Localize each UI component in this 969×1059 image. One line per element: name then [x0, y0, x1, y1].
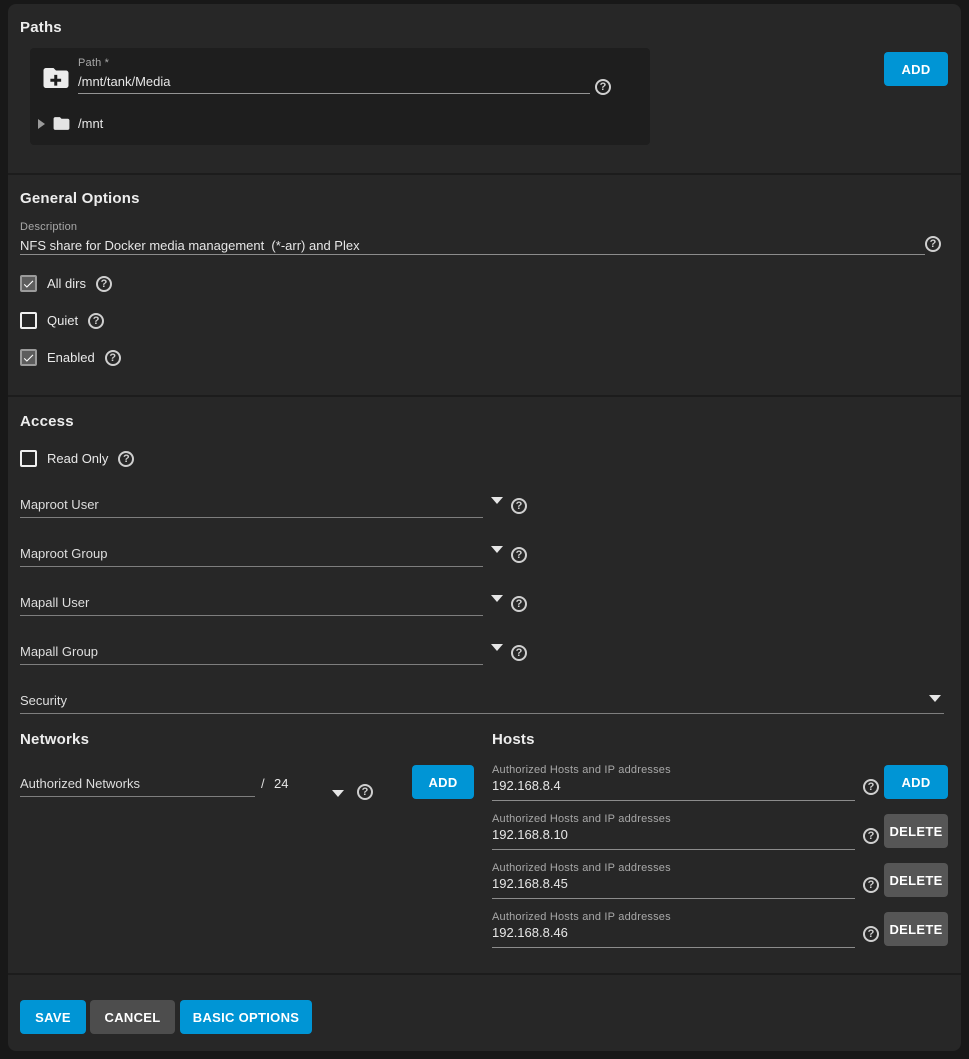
- alldirs-label: All dirs: [47, 276, 86, 291]
- enabled-help-icon[interactable]: ?: [105, 350, 121, 366]
- mapall-group-select[interactable]: Mapall Group ?: [20, 633, 483, 665]
- enabled-row: Enabled ?: [20, 349, 121, 366]
- description-help-icon[interactable]: ?: [925, 236, 941, 252]
- hosts-add-button[interactable]: ADD: [884, 765, 948, 799]
- path-picker-panel: Path * /mnt/tank/Media ? /mnt: [30, 48, 650, 145]
- maproot-user-dropdown-icon[interactable]: [491, 497, 503, 504]
- path-help-icon[interactable]: ?: [595, 79, 611, 95]
- alldirs-checkbox[interactable]: [20, 275, 37, 292]
- host-label-4: Authorized Hosts and IP addresses: [492, 911, 671, 923]
- host-help-icon-4[interactable]: ?: [863, 926, 879, 942]
- host-input-4[interactable]: Authorized Hosts and IP addresses 192.16…: [492, 910, 855, 948]
- maproot-group-dropdown-icon[interactable]: [491, 546, 503, 553]
- host-label-3: Authorized Hosts and IP addresses: [492, 862, 671, 874]
- description-value: NFS share for Docker media management (*…: [20, 238, 925, 253]
- paths-section-title: Paths: [20, 19, 62, 36]
- quiet-row: Quiet ?: [20, 312, 104, 329]
- description-label: Description: [20, 221, 925, 233]
- maproot-user-label: Maproot User: [20, 497, 99, 512]
- tree-node-label: /mnt: [78, 116, 103, 131]
- readonly-help-icon[interactable]: ?: [118, 451, 134, 467]
- cancel-button[interactable]: CANCEL: [90, 1000, 175, 1034]
- maproot-user-help-icon[interactable]: ?: [511, 498, 527, 514]
- maproot-user-select[interactable]: Maproot User ?: [20, 486, 483, 518]
- quiet-label: Quiet: [47, 313, 78, 328]
- access-section: Access Read Only ? Maproot User ? Maproo…: [8, 395, 961, 718]
- path-input[interactable]: Path * /mnt/tank/Media: [78, 57, 590, 94]
- readonly-row: Read Only ?: [20, 450, 134, 467]
- host-value-3: 192.168.8.45: [492, 876, 568, 891]
- mapall-group-dropdown-icon[interactable]: [491, 644, 503, 651]
- mapall-user-help-icon[interactable]: ?: [511, 596, 527, 612]
- readonly-label: Read Only: [47, 451, 108, 466]
- security-dropdown-icon[interactable]: [929, 695, 941, 702]
- mapall-group-help-icon[interactable]: ?: [511, 645, 527, 661]
- netmask-select[interactable]: 24: [274, 776, 288, 791]
- description-input[interactable]: Description NFS share for Docker media m…: [20, 221, 925, 255]
- host-delete-button-2[interactable]: DELETE: [884, 814, 948, 848]
- access-title: Access: [20, 413, 74, 430]
- security-label: Security: [20, 693, 67, 708]
- host-label-1: Authorized Hosts and IP addresses: [492, 764, 671, 776]
- enabled-checkbox[interactable]: [20, 349, 37, 366]
- folder-add-icon[interactable]: [41, 63, 71, 93]
- networks-help-icon[interactable]: ?: [357, 784, 373, 800]
- path-label: Path *: [78, 57, 590, 69]
- basic-options-button[interactable]: BASIC OPTIONS: [180, 1000, 312, 1034]
- tree-expand-icon[interactable]: [38, 119, 45, 129]
- host-value-4: 192.168.8.46: [492, 925, 568, 940]
- nfs-share-form: Paths Path * /mnt/tank/Media ? /mnt: [8, 4, 961, 1051]
- host-value-1: 192.168.8.4: [492, 778, 561, 793]
- authorized-networks-label: Authorized Networks: [20, 776, 140, 791]
- host-help-icon-1[interactable]: ?: [863, 779, 879, 795]
- enabled-label: Enabled: [47, 350, 95, 365]
- paths-add-button[interactable]: ADD: [884, 52, 948, 86]
- networks-hosts-section: Networks Authorized Networks / 24 ? ADD …: [8, 718, 961, 973]
- host-input-2[interactable]: Authorized Hosts and IP addresses 192.16…: [492, 812, 855, 850]
- mapall-user-label: Mapall User: [20, 595, 89, 610]
- networks-add-button[interactable]: ADD: [412, 765, 474, 799]
- host-input-3[interactable]: Authorized Hosts and IP addresses 192.16…: [492, 861, 855, 899]
- mapall-user-dropdown-icon[interactable]: [491, 595, 503, 602]
- quiet-checkbox[interactable]: [20, 312, 37, 329]
- form-footer: SAVE CANCEL BASIC OPTIONS: [8, 973, 961, 1051]
- netmask-separator: /: [261, 776, 265, 791]
- folder-icon: [52, 114, 71, 133]
- maproot-group-label: Maproot Group: [20, 546, 107, 561]
- host-value-2: 192.168.8.10: [492, 827, 568, 842]
- host-help-icon-3[interactable]: ?: [863, 877, 879, 893]
- host-label-2: Authorized Hosts and IP addresses: [492, 813, 671, 825]
- host-input-1[interactable]: Authorized Hosts and IP addresses 192.16…: [492, 763, 855, 801]
- hosts-title: Hosts: [492, 731, 535, 748]
- host-help-icon-2[interactable]: ?: [863, 828, 879, 844]
- save-button[interactable]: SAVE: [20, 1000, 86, 1034]
- host-delete-button-3[interactable]: DELETE: [884, 863, 948, 897]
- tree-node-mnt[interactable]: /mnt: [38, 114, 103, 133]
- networks-title: Networks: [20, 731, 89, 748]
- general-options-section: General Options Description NFS share fo…: [8, 173, 961, 395]
- mapall-group-label: Mapall Group: [20, 644, 98, 659]
- host-delete-button-4[interactable]: DELETE: [884, 912, 948, 946]
- mapall-user-select[interactable]: Mapall User ?: [20, 584, 483, 616]
- paths-section: Paths Path * /mnt/tank/Media ? /mnt: [8, 4, 961, 173]
- readonly-checkbox[interactable]: [20, 450, 37, 467]
- alldirs-row: All dirs ?: [20, 275, 112, 292]
- authorized-networks-input[interactable]: Authorized Networks: [20, 765, 255, 797]
- general-options-title: General Options: [20, 190, 140, 207]
- maproot-group-help-icon[interactable]: ?: [511, 547, 527, 563]
- path-value: /mnt/tank/Media: [78, 74, 590, 89]
- security-select[interactable]: Security: [20, 682, 944, 714]
- netmask-dropdown-icon[interactable]: [332, 790, 344, 797]
- quiet-help-icon[interactable]: ?: [88, 313, 104, 329]
- alldirs-help-icon[interactable]: ?: [96, 276, 112, 292]
- maproot-group-select[interactable]: Maproot Group ?: [20, 535, 483, 567]
